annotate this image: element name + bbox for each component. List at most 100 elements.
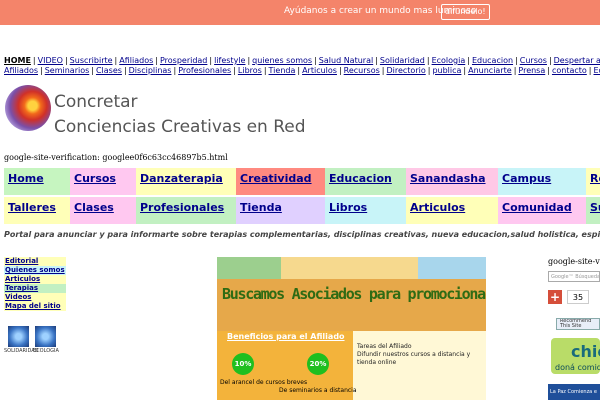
nav-link-disciplinas[interactable]: Disciplinas [129,66,172,75]
grid-link-ro[interactable]: Ro [586,168,600,195]
nav-separator: | [314,56,317,65]
nav-separator: | [547,66,550,75]
chic-logo-text: chic [571,342,600,361]
left-menu-mapa-del-sitio[interactable]: Mapa del sitio [4,302,66,311]
nav-separator: | [91,66,94,75]
grid-link-talleres[interactable]: Talleres [4,197,70,224]
nav-separator: | [588,66,592,75]
nav-separator: | [32,56,36,65]
banner-strip-blue [418,257,486,279]
share-button[interactable]: difundelo! [441,4,490,20]
banner-strip-green [217,257,281,279]
pct-badge-10: 10% [232,353,254,375]
nav-link-seminarios[interactable]: Seminarios [45,66,90,75]
nav-separator: | [155,56,158,65]
banner-top-strip [217,257,486,279]
grid-link-creatividad[interactable]: Creatividad [236,168,325,195]
tareas-block: Tareas del Afiliado Difundir nuestros cu… [357,343,486,367]
grid-link-su[interactable]: Su [586,197,600,224]
left-menu-editorial[interactable]: Editorial [4,257,66,266]
nav-separator: | [263,66,267,75]
nav-link-clases[interactable]: Clases [96,66,122,75]
nav-separator: | [381,66,385,75]
nav-link-directorio[interactable]: Directorio [386,66,425,75]
grid-link-clases[interactable]: Clases [70,197,136,224]
affiliate-banner[interactable]: Buscamos Asociados para promocionar tall… [217,257,486,400]
solidaridad-badge-icon[interactable] [8,326,29,347]
nav-separator: | [123,66,127,75]
nav-line-2: Afiliados | Seminarios | Clases | Disciplinas |… [4,66,600,76]
benefits-title: Beneficios para el Afiliado [227,332,345,341]
grid-link-articulos[interactable]: Articulos [406,197,498,224]
nav-separator: | [64,56,68,65]
nav-link-tienda[interactable]: Tienda [269,66,296,75]
nav-link-educacion[interactable]: Educacion [472,56,513,65]
nav-link-cursos[interactable]: Cursos [520,56,547,65]
nav-link-editorial[interactable]: Editorial [594,66,600,75]
promo-bar: Ayúdanos a crear un mundo mas luminoso d… [0,0,600,25]
chic-donation-banner[interactable]: chic doná comida [551,338,600,374]
nav-separator: | [467,56,470,65]
left-menu-videos[interactable]: Videos [4,293,66,302]
nav-link-prensa[interactable]: Prensa [518,66,545,75]
nav-separator: | [247,56,251,65]
nav-link-quienes-somos[interactable]: quienes somos [252,56,312,65]
nav-link-recursos[interactable]: Recursos [344,66,380,75]
nav-link-prosperidad[interactable]: Prosperidad [160,56,207,65]
nav-separator: | [375,56,378,65]
nav-link-despertar-a-la-unidad[interactable]: Despertar a la Unidad [554,56,600,65]
tareas-text: Difundir nuestros cursos a distancia y t… [357,351,471,366]
nav-link-contacto[interactable]: contacto [552,66,587,75]
nav-separator: | [173,66,177,75]
lapaz-banner[interactable]: La Paz Comienza e [548,384,600,400]
top-nav: HOME | VIDEO | Suscribirte | Afiliados | Prosper… [4,56,600,76]
nav-separator: | [548,56,552,65]
nav-separator: | [427,66,431,75]
nav-link-afiliados[interactable]: Afiliados [119,56,153,65]
nav-separator: | [114,56,118,65]
left-menu-articulos[interactable]: Articulos [4,275,66,284]
nav-link-publica[interactable]: publica [432,66,461,75]
grid-link-comunidad[interactable]: Comunidad [498,197,586,224]
left-menu-quienes-somos[interactable]: Quienes somos [4,266,66,275]
nav-line-1: HOME | VIDEO | Suscribirte | Afiliados | Prosper… [4,56,600,66]
grid-link-home[interactable]: Home [4,168,70,195]
right-verification-text: google-site-verific [548,257,600,266]
nav-separator: | [515,56,518,65]
ecologia-label: ECOLOGIA [33,348,59,354]
nav-link-solidaridad[interactable]: Solidaridad [380,56,425,65]
nav-link-video[interactable]: VIDEO [38,56,63,65]
grid-link-cursos[interactable]: Cursos [70,168,136,195]
nav-separator: | [209,56,213,65]
nav-link-suscribirte[interactable]: Suscribirte [70,56,113,65]
google-plus-button[interactable]: + [548,290,562,304]
custom-search-input[interactable]: Google™ Búsqueda pers [548,271,600,282]
nav-link-afiliados[interactable]: Afiliados [4,66,38,75]
ecologia-badge-icon[interactable] [35,326,56,347]
grid-link-educacion[interactable]: Educacion [325,168,406,195]
tareas-title: Tareas del Afiliado [357,343,412,350]
grid-link-campus[interactable]: Campus [498,168,586,195]
nav-link-ecologia[interactable]: Ecologia [432,56,466,65]
nav-separator: | [40,66,43,75]
grid-link-tienda[interactable]: Tienda [236,197,325,224]
nav-link-anunciarte[interactable]: Anunciarte [468,66,512,75]
grid-link-sanandasha[interactable]: Sanandasha [406,168,498,195]
benefit-text-1: Del arancel de cursos breves [220,379,308,386]
google-verification-text: google-site-verification: googlee0f6c63c… [4,153,228,162]
nav-link-articulos[interactable]: Articulos [302,66,337,75]
nav-separator: | [513,66,517,75]
nav-link-salud-natural[interactable]: Salud Natural [319,56,373,65]
nav-link-profesionales[interactable]: Profesionales [178,66,231,75]
site-logo[interactable] [5,85,51,131]
left-menu-terapias[interactable]: Terapias [4,284,66,293]
banner-headline: Buscamos Asociados para promocionar tall… [222,285,486,303]
nav-link-lifestyle[interactable]: lifestyle [214,56,245,65]
grid-link-libros[interactable]: Libros [325,197,406,224]
nav-link-libros[interactable]: Libros [238,66,262,75]
nav-link-home[interactable]: HOME [4,56,31,65]
recommend-site-button[interactable]: Recommend This Site [556,318,600,330]
grid-link-profesionales[interactable]: Profesionales [136,197,236,224]
benefit-text-2: De seminarios a distancia [279,387,357,394]
grid-link-danzaterapia[interactable]: Danzaterapia [136,168,236,195]
